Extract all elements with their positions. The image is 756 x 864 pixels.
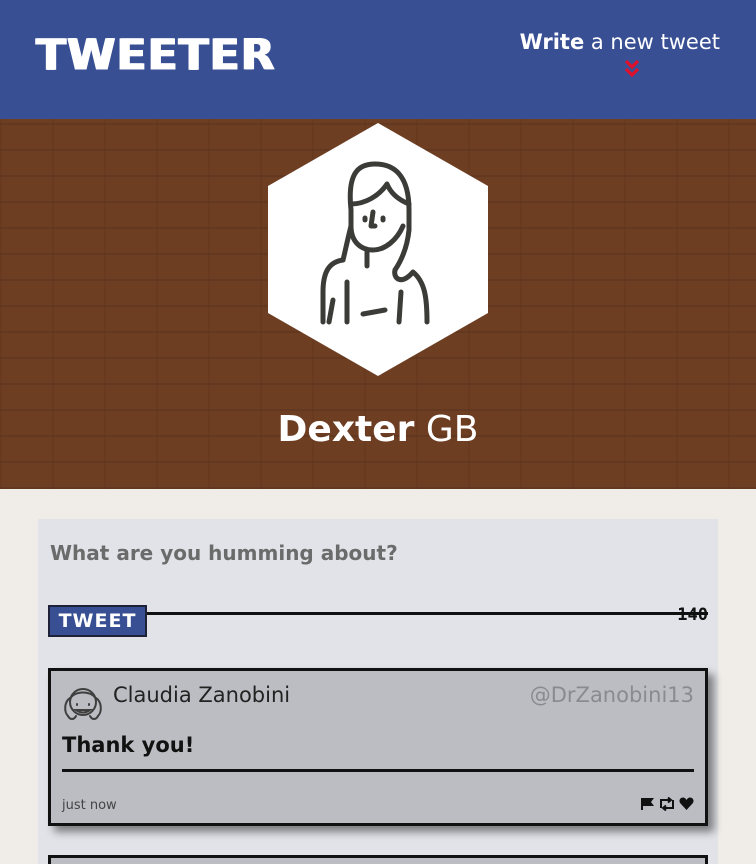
- compose-link-bold: Write: [519, 30, 585, 54]
- user-avatar-icon: [64, 688, 102, 720]
- navbar: TWEETER Write a new tweet: [0, 0, 756, 119]
- tweet-content: Thank you!: [62, 733, 195, 757]
- write-new-tweet-link[interactable]: Write a new tweet: [520, 30, 720, 54]
- heart-icon[interactable]: [679, 797, 694, 811]
- tweet-divider: [62, 769, 694, 772]
- logo[interactable]: TWEETER: [36, 31, 276, 81]
- double-chevron-down-icon[interactable]: [624, 58, 640, 80]
- tweet-button[interactable]: TWEET: [48, 605, 147, 637]
- compose-link-text: a new tweet: [584, 30, 720, 54]
- profile-header: Dexter GB: [0, 119, 756, 489]
- tweet-timestamp: just now: [62, 798, 117, 813]
- user-avatar-illustration: [268, 123, 488, 376]
- profile-name: Dexter GB: [0, 409, 756, 450]
- tweet-author-handle: @DrZanobini13: [529, 683, 694, 707]
- tweet-input[interactable]: [48, 537, 708, 615]
- character-counter: 140: [677, 605, 708, 625]
- tweet-card: Claudia Zanobini @DrZanobini13 Thank you…: [48, 668, 708, 826]
- retweet-icon[interactable]: [658, 797, 676, 811]
- tweet-author-name: Claudia Zanobini: [113, 683, 291, 707]
- tweet-card: [48, 855, 708, 864]
- flag-icon[interactable]: [640, 797, 655, 811]
- profile-last-name: GB: [414, 409, 479, 450]
- profile-first-name: Dexter: [277, 409, 415, 450]
- tweet-actions: [640, 797, 694, 811]
